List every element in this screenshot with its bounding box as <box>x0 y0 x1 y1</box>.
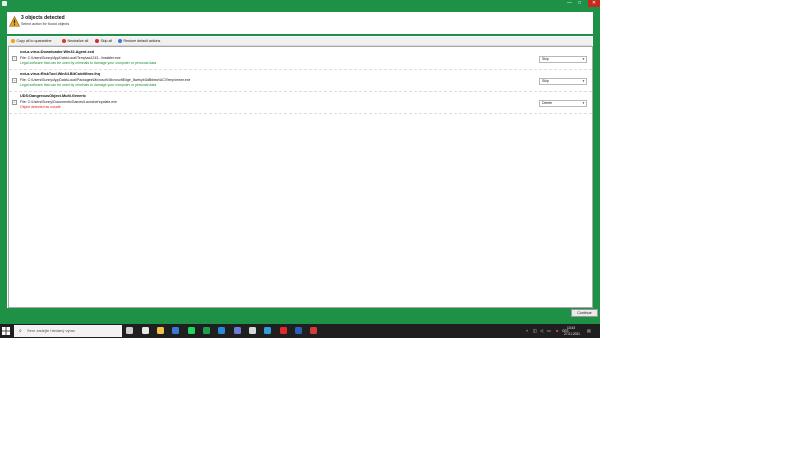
xbox-icon[interactable] <box>203 327 210 334</box>
detection-window: 3 objects detected Select action for fou… <box>0 7 600 324</box>
battery-icon[interactable]: ▭ <box>547 329 551 333</box>
action-toolbar: Copy all to quarantine Neutralize all Sk… <box>8 37 592 46</box>
threat-list: + not-a-virus:Downloader.Win32.Agent.xxd… <box>8 46 593 308</box>
taskbar-search[interactable]: ⌕ Sem zadejte hledaný výraz <box>14 325 122 337</box>
threat-file-path[interactable]: File: C:\Users\Sunny\AppData\Local\Temp\… <box>20 56 121 60</box>
calendar-icon[interactable] <box>234 327 241 334</box>
threat-row[interactable]: + not-a-virus:RiskTool.Win64.BitCoinMine… <box>9 71 592 92</box>
opera-icon[interactable] <box>280 327 287 334</box>
threat-description: Legal software that can be used by crimi… <box>20 83 157 87</box>
network-icon[interactable]: ◫ <box>533 329 537 333</box>
quarantine-all-button[interactable]: Copy all to quarantine <box>11 38 51 44</box>
page-title: 3 objects detected <box>21 15 65 21</box>
toolbar-label: Skip all <box>100 39 113 43</box>
expand-icon[interactable]: + <box>12 78 17 83</box>
mail-icon[interactable] <box>218 327 225 334</box>
threats-panel: Copy all to quarantine Neutralize all Sk… <box>7 36 593 308</box>
store-icon[interactable] <box>142 327 149 334</box>
volume-icon[interactable]: ◁ <box>540 329 543 333</box>
minimize-button[interactable]: — <box>565 0 574 7</box>
kaspersky-icon[interactable] <box>310 327 317 334</box>
threat-description: Legal software that can be used by crimi… <box>20 61 157 65</box>
threat-file-path[interactable]: File: C:\Users\Sunny\AppData\Local\Packa… <box>20 78 190 82</box>
task-view-icon[interactable] <box>126 327 133 334</box>
search-placeholder: Sem zadejte hledaný výraz <box>27 328 76 333</box>
restore-icon <box>118 39 122 43</box>
clock-time[interactable]: 13:43 <box>567 326 575 330</box>
quarantine-icon <box>11 39 15 43</box>
expand-icon[interactable]: + <box>12 100 17 105</box>
chevron-up-icon[interactable]: ˄ <box>526 329 528 333</box>
chevron-down-icon: ▼ <box>582 79 585 83</box>
edge-icon[interactable] <box>264 327 271 334</box>
action-value: Skip <box>542 79 549 83</box>
security-tray-icon[interactable]: ■ <box>556 329 558 333</box>
threat-row[interactable]: + not-a-virus:Downloader.Win32.Agent.xxd… <box>9 49 592 70</box>
search-icon: ⌕ <box>19 328 22 334</box>
continue-button[interactable]: Continue <box>571 309 598 317</box>
file-explorer-icon[interactable] <box>157 327 164 334</box>
threat-row[interactable]: + UDS:DangerousObject.Multi.Generic File… <box>9 93 592 114</box>
skip-icon <box>95 39 99 43</box>
word-icon[interactable] <box>295 327 302 334</box>
chevron-down-icon: ▼ <box>582 57 585 61</box>
windows-start-icon[interactable] <box>2 327 10 335</box>
warning-icon <box>9 16 20 27</box>
action-dropdown[interactable]: Skip ▼ <box>539 78 587 85</box>
taskbar: ⌕ Sem zadejte hledaný výraz ˄ ◫ ◁ ▭ ■ CE… <box>0 324 600 338</box>
neutralize-icon <box>62 39 66 43</box>
toolbar-label: Restore default actions <box>123 39 161 43</box>
screen: — □ ✕ 3 objects detected Select action f… <box>0 0 600 338</box>
app-icon <box>2 1 7 6</box>
restore-defaults-button[interactable]: Restore default actions <box>118 38 160 44</box>
toolbar-label: Neutralize all <box>67 39 89 43</box>
toolbar-label: Copy all to quarantine <box>16 39 52 43</box>
notifications-icon[interactable]: ▤ <box>587 329 591 333</box>
maximize-button[interactable]: □ <box>575 0 584 7</box>
expand-icon[interactable]: + <box>12 56 17 61</box>
close-button[interactable]: ✕ <box>588 0 600 7</box>
cloud-icon[interactable] <box>249 327 256 334</box>
threat-name: not-a-virus:RiskTool.Win64.BitCoinMiner.… <box>20 72 101 76</box>
clock-date[interactable]: 27.01.2021 <box>564 332 580 336</box>
action-value: Skip <box>542 57 549 61</box>
threat-name: UDS:DangerousObject.Multi.Generic <box>20 94 87 98</box>
spotify-icon[interactable] <box>188 327 195 334</box>
skip-all-button[interactable]: Skip all <box>95 38 112 44</box>
action-dropdown[interactable]: Delete ▼ <box>539 100 587 107</box>
threat-description: Object detected as unsafe <box>20 105 61 109</box>
title-bar[interactable]: — □ ✕ <box>0 0 600 7</box>
page-subtitle: Select action for found objects <box>21 22 70 26</box>
chevron-down-icon: ▼ <box>582 101 585 105</box>
action-value: Delete <box>542 101 553 105</box>
neutralize-all-button[interactable]: Neutralize all <box>62 38 88 44</box>
todo-icon[interactable] <box>172 327 179 334</box>
threat-name: not-a-virus:Downloader.Win32.Agent.xxd <box>20 50 95 54</box>
threat-file-path[interactable]: File: C:\Users\Sunny\Documents\Games\Lau… <box>20 100 117 104</box>
action-dropdown[interactable]: Skip ▼ <box>539 56 587 63</box>
detection-header: 3 objects detected Select action for fou… <box>7 12 593 34</box>
